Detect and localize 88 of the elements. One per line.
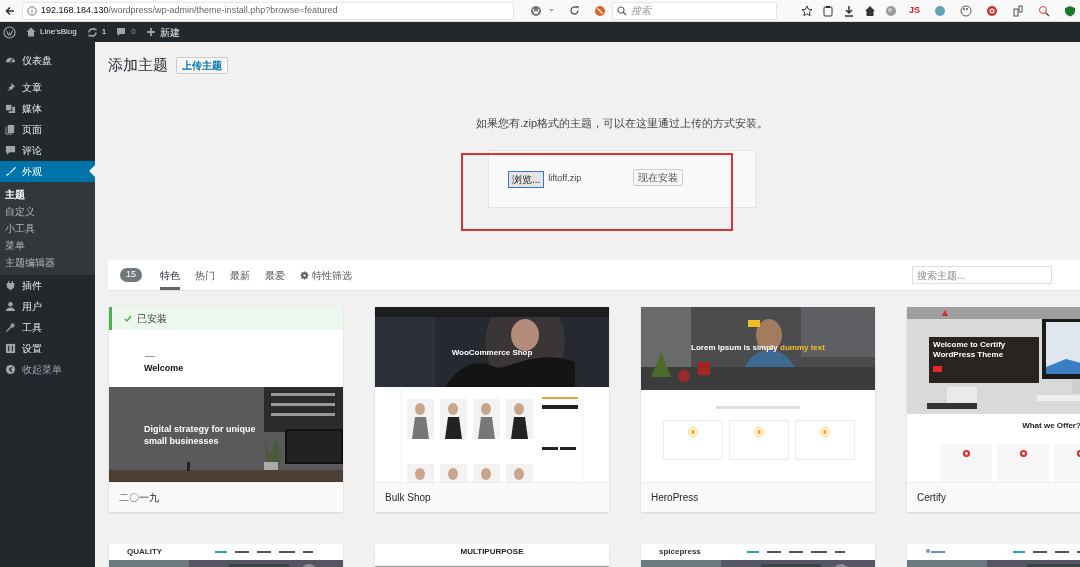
document-icon xyxy=(754,427,764,437)
hero-heading: Welcome to Certify WordPress Theme xyxy=(933,340,1007,360)
submenu-item[interactable]: 主题编辑器 xyxy=(0,254,95,271)
reload-icon[interactable] xyxy=(568,5,580,16)
rule-line xyxy=(145,356,155,357)
site-logo: QUALITY xyxy=(127,546,163,558)
user-icon xyxy=(5,301,16,312)
browse-button[interactable]: 浏览... xyxy=(508,170,545,188)
submenu-item[interactable]: 小工具 xyxy=(0,220,95,237)
toolbar-button[interactable]: JS xyxy=(909,3,920,18)
theme-name: 二〇一九 xyxy=(109,482,343,512)
download-icon[interactable] xyxy=(843,4,855,17)
sidebar-item[interactable]: 工具 xyxy=(0,317,95,338)
nav-highlight xyxy=(748,320,760,327)
collapse-menu[interactable]: 收起菜单 xyxy=(0,359,95,380)
wordpress-logo-icon[interactable] xyxy=(3,25,16,39)
target-icon[interactable] xyxy=(986,4,998,17)
page-title: 添加主题 xyxy=(108,55,168,75)
sidebar-item[interactable]: 评论 xyxy=(0,140,95,161)
plug-icon xyxy=(5,280,16,291)
install-now-button[interactable]: 现在安装 xyxy=(633,168,684,186)
logo-icon xyxy=(942,310,948,316)
url-text: 192.168.184.130/wordpress/wp-admin/theme-install.php?browse=featured xyxy=(41,3,338,17)
document-icon xyxy=(820,427,830,437)
zoom-icon[interactable] xyxy=(1038,4,1050,17)
home-icon xyxy=(26,27,36,37)
address-bar[interactable]: 192.168.184.130/wordpress/wp-admin/theme-install.php?browse=featured xyxy=(22,1,514,20)
theme-welcome-text: Welcome xyxy=(144,362,184,375)
page-icon xyxy=(5,124,16,135)
sidebar-item[interactable]: 用户 xyxy=(0,296,95,317)
sidebar-item[interactable]: 文章 xyxy=(0,77,95,98)
shield-icon[interactable] xyxy=(1064,4,1076,17)
upload-theme-button[interactable]: 上传主题 xyxy=(176,56,228,74)
collapse-icon xyxy=(5,364,16,375)
sidebar-item[interactable]: 仪表盘 xyxy=(0,50,95,71)
back-icon[interactable] xyxy=(4,4,16,17)
pin-icon xyxy=(5,82,16,93)
refresh-icon xyxy=(86,26,98,38)
site-logo: spicepress xyxy=(659,546,701,558)
comment-icon xyxy=(5,145,16,156)
star-icon[interactable] xyxy=(801,4,813,17)
sidebar-item[interactable]: 页面 xyxy=(0,119,95,140)
pointer-icon xyxy=(89,165,95,177)
wrench-icon xyxy=(5,322,16,333)
filter-tab[interactable]: 热门 xyxy=(195,260,215,290)
theme-name: Bulk Shop xyxy=(375,482,609,512)
submenu-item[interactable]: 主题 xyxy=(0,186,95,203)
comments-link[interactable]: 0 xyxy=(116,26,136,38)
submenu-item[interactable]: 自定义 xyxy=(0,203,95,220)
submenu-item[interactable]: 菜单 xyxy=(0,237,95,254)
sidebar-item[interactable]: 设置 xyxy=(0,338,95,359)
hero-heading: WooCommerce Shop xyxy=(450,347,534,359)
site-link[interactable]: Line'sBlog xyxy=(26,26,77,38)
logo-icon xyxy=(925,548,945,556)
upload-hint: 如果您有.zip格式的主题，可以在这里通过上传的方式安装。 xyxy=(475,115,769,131)
feature-filter-tab[interactable]: 特性筛选 xyxy=(300,267,352,283)
hero-heading: Digital strategy for unique small businesses xyxy=(144,423,256,447)
site-logo: MULTIPURPOSE xyxy=(460,546,524,558)
installed-label: 已安装 xyxy=(137,312,167,326)
search-placeholder: 搜索 xyxy=(630,4,651,18)
document-icon xyxy=(688,427,698,437)
filter-tab[interactable]: 特色 xyxy=(160,260,180,290)
search-icon xyxy=(616,5,627,16)
theme-count: 15 xyxy=(120,268,142,282)
search-themes-field[interactable]: 搜索主题... xyxy=(912,266,1052,284)
comment-icon xyxy=(116,27,127,37)
sidebar-item[interactable]: 插件 xyxy=(0,275,95,296)
updates-link[interactable]: 1 xyxy=(86,26,107,38)
filter-tab[interactable]: 最新 xyxy=(230,260,250,290)
plus-icon xyxy=(145,27,156,37)
new-link[interactable]: 新建 xyxy=(145,24,180,40)
section-heading: What we Offer? xyxy=(1021,420,1080,432)
info-icon[interactable] xyxy=(27,5,37,16)
extension-icon[interactable] xyxy=(593,4,606,17)
theme-name: HeroPress xyxy=(641,482,875,512)
sidebar-item[interactable]: 媒体 xyxy=(0,98,95,119)
filter-tab[interactable]: 最爱 xyxy=(265,260,285,290)
device-icon[interactable] xyxy=(1012,4,1024,17)
clipboard-icon[interactable] xyxy=(822,4,834,17)
file-name: liftoff.zip xyxy=(548,172,582,186)
media-icon xyxy=(5,103,16,114)
check-icon xyxy=(124,314,132,323)
brush-icon xyxy=(5,166,16,177)
theme-name: Certify xyxy=(907,482,1080,512)
settings-icon xyxy=(5,343,16,354)
wordpress-icon[interactable] xyxy=(529,4,542,17)
home-icon[interactable] xyxy=(864,4,876,17)
sidebar-item[interactable]: 外观 xyxy=(0,161,95,182)
